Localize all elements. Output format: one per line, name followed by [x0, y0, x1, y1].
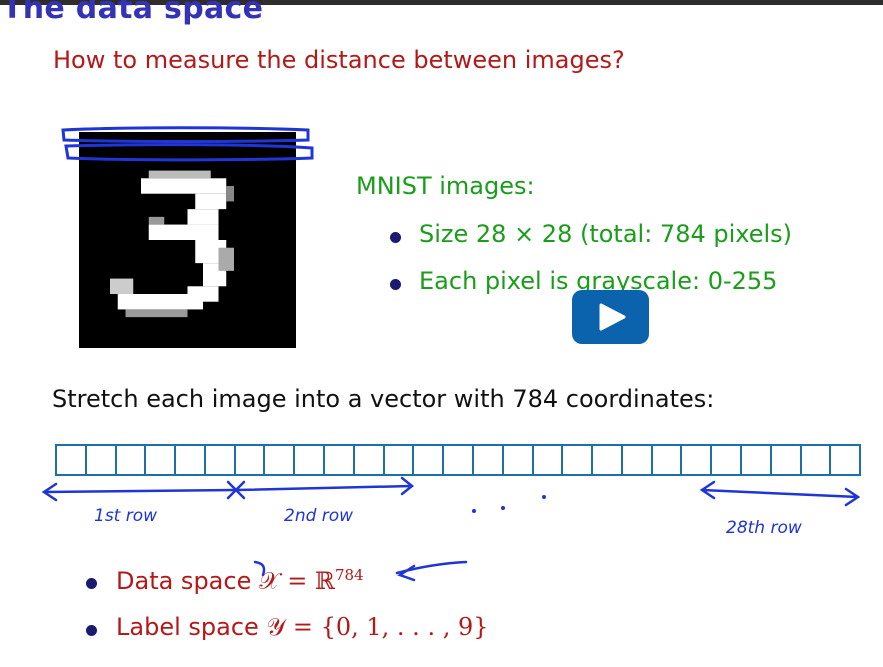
play-icon — [599, 303, 626, 331]
mnist-size-text: Size 28 × 28 (total: 784 pixels) — [419, 220, 793, 248]
vector-cell — [680, 444, 713, 476]
bullet-icon — [390, 279, 401, 290]
second-row-label: 2nd row — [284, 506, 354, 526]
vector-cell — [442, 444, 474, 476]
vector-cell — [352, 444, 385, 476]
data-space-label: Data space — [116, 567, 252, 595]
bullet-icon — [86, 578, 97, 589]
vector-cell — [144, 444, 177, 476]
vector-cell — [382, 444, 415, 476]
last-row-label: 28th row — [726, 518, 802, 538]
mnist-heading: MNIST images: — [356, 172, 535, 200]
first-row-label: 1st row — [94, 506, 158, 526]
vector-cell — [799, 444, 832, 476]
slide-title: The data space — [2, 0, 264, 26]
vector-cell — [263, 444, 296, 476]
pixel-vector — [55, 444, 862, 476]
vector-cell — [769, 444, 802, 476]
first-row-highlight-annotation — [60, 124, 316, 172]
vector-cell — [293, 444, 326, 476]
vector-cell — [710, 444, 742, 476]
vector-cell — [174, 444, 206, 476]
vector-cell — [412, 444, 445, 476]
bullet-icon — [86, 625, 97, 636]
vector-cell — [233, 444, 266, 476]
slide-subtitle: How to measure the distance between imag… — [53, 46, 625, 74]
vector-cell — [114, 444, 147, 476]
list-item: Data space 𝒳 = ℝ784 — [82, 566, 489, 613]
play-button[interactable] — [572, 290, 649, 344]
space-definition-list: Data space 𝒳 = ℝ784 Label space 𝒴 = {0, … — [82, 566, 489, 660]
vector-cell — [203, 444, 236, 476]
vector-cell — [739, 444, 772, 476]
vector-cell — [620, 444, 653, 476]
vector-cell — [501, 444, 534, 476]
vector-cell — [531, 444, 564, 476]
vector-cell — [55, 444, 87, 476]
data-space-math: 𝒳 = ℝ784 — [258, 566, 364, 595]
vector-cell — [561, 444, 594, 476]
stretch-text: Stretch each image into a vector with 78… — [52, 385, 715, 413]
label-space-math: 𝒴 = {0, 1, . . . , 9} — [266, 613, 489, 641]
list-item: Label space 𝒴 = {0, 1, . . . , 9} — [82, 613, 489, 660]
vector-cell — [829, 444, 862, 476]
vector-cell — [84, 444, 117, 476]
vector-cell — [591, 444, 623, 476]
vector-cell — [323, 444, 355, 476]
label-space-label: Label space — [116, 613, 259, 641]
bullet-icon — [390, 232, 401, 243]
vector-cell — [471, 444, 504, 476]
list-item: Size 28 × 28 (total: 784 pixels) — [386, 220, 792, 267]
vector-cell — [650, 444, 683, 476]
